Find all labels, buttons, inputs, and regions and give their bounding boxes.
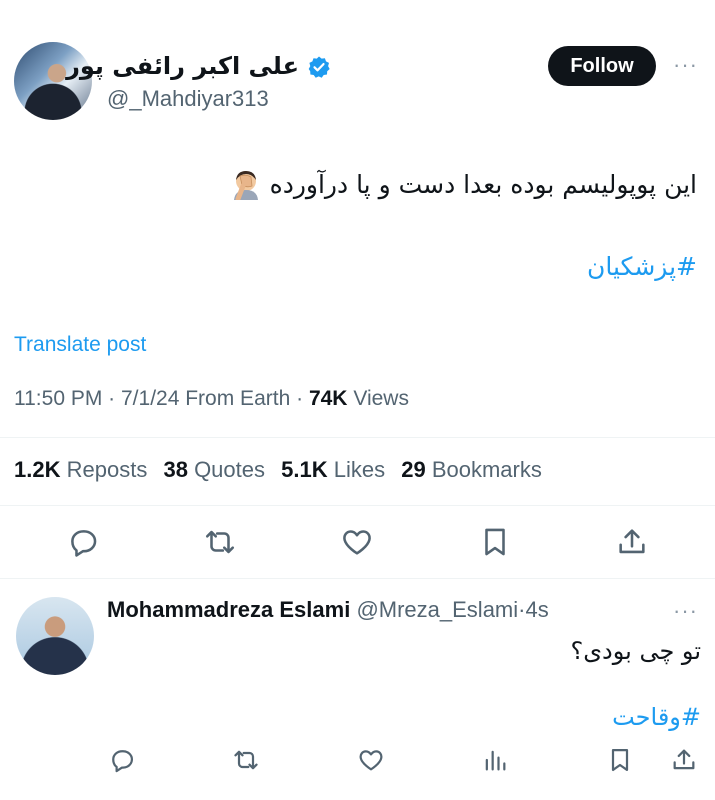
tweet-hashtag[interactable]: #پزشکیان [587,252,697,281]
quotes-count: 38 [163,457,188,482]
reply-author-name[interactable]: Mohammadreza Eslami [107,597,350,622]
author-handle[interactable]: @_Mahdiyar313 [107,86,269,112]
likes-label: Likes [333,457,386,482]
likes-count: 5.1K [281,457,328,482]
reply-author-avatar[interactable] [16,597,94,675]
facepalm-emoji-icon [230,168,262,200]
like-icon[interactable] [340,525,374,559]
bookmarks-stat[interactable]: 29 Bookmarks [401,457,542,482]
reply-time[interactable]: 4s [525,597,548,622]
separator-dot: · [296,387,309,410]
reposts-label: Reposts [66,457,148,482]
reply-repost-icon[interactable] [232,746,260,774]
reply-like-icon[interactable] [357,746,385,774]
reply-icon[interactable] [66,525,100,559]
likes-stat[interactable]: 5.1K Likes [281,457,385,482]
views-label: Views [353,387,409,410]
reposts-count: 1.2K [14,457,61,482]
tweet-date[interactable]: 7/1/24 [121,387,179,410]
bookmark-icon[interactable] [478,525,512,559]
divider [0,437,715,438]
tweet-stats: 1.2K Reposts 38 Quotes 5.1K Likes 29 Boo… [14,457,552,483]
reply-bookmark-icon[interactable] [606,746,634,774]
tweet-meta: 11:50 PM · 7/1/24 From Earth · 74K Views [14,387,409,411]
reply-views-icon[interactable] [481,746,509,774]
separator-dot: · [108,387,121,410]
tweet-source: From Earth [185,387,291,410]
tweet-time[interactable]: 11:50 PM [14,387,102,410]
more-options-icon[interactable]: ··· [673,52,698,78]
share-icon[interactable] [615,525,649,559]
verified-badge-icon [307,55,331,79]
quotes-label: Quotes [194,457,265,482]
divider [0,505,715,506]
reply-text: تو چی بودی؟ [570,637,701,665]
repost-icon[interactable] [203,525,237,559]
reply-header: Mohammadreza Eslami @Mreza_Eslami·4s [107,597,549,623]
tweet-text-row: این پوپولیسم بوده بعدا دست و پا درآورده [230,168,697,200]
reply-reply-icon[interactable] [108,746,136,774]
author-name[interactable]: علی اکبر رائفی پور [66,52,299,80]
reposts-stat[interactable]: 1.2K Reposts [14,457,147,482]
reply-more-options-icon[interactable]: ··· [673,598,698,624]
reply-hashtag[interactable]: #وقاحت [612,703,701,731]
reply-share-icon[interactable] [670,746,698,774]
divider [0,578,715,579]
translate-post-link[interactable]: Translate post [14,333,146,357]
follow-button[interactable]: Follow [548,46,656,86]
bookmarks-label: Bookmarks [431,457,542,482]
tweet-text: این پوپولیسم بوده بعدا دست و پا درآورده [269,169,697,199]
reply-author-handle[interactable]: @Mreza_Eslami [356,597,518,622]
quotes-stat[interactable]: 38 Quotes [163,457,265,482]
bookmarks-count: 29 [401,457,426,482]
views-count: 74K [308,387,348,410]
